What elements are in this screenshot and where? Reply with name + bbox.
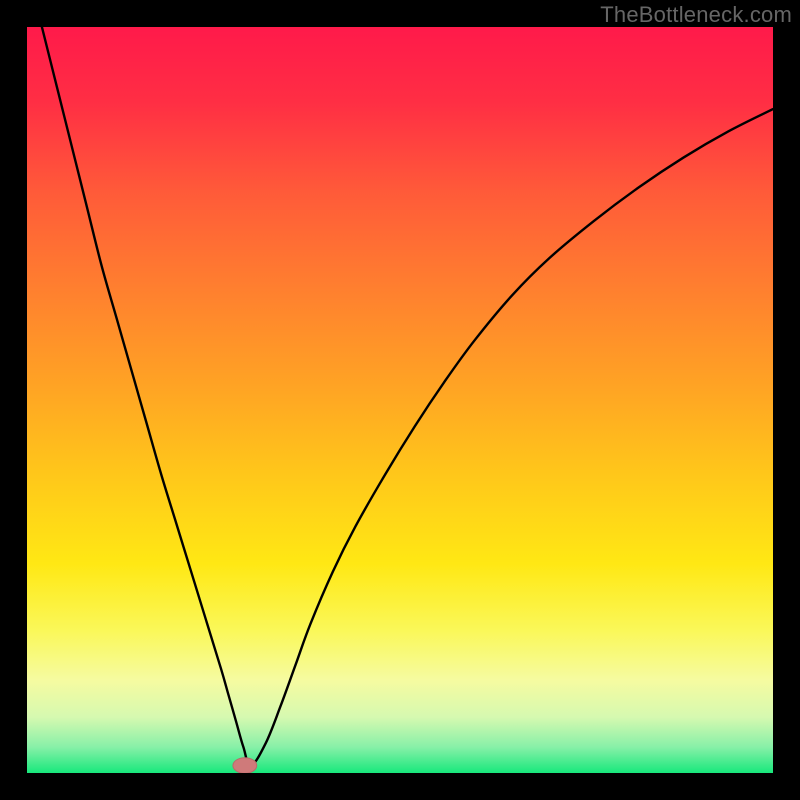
- minimum-marker: [233, 758, 257, 773]
- watermark-text: TheBottleneck.com: [600, 2, 792, 28]
- chart-frame: TheBottleneck.com: [0, 0, 800, 800]
- chart-svg: [27, 27, 773, 773]
- plot-area: [27, 27, 773, 773]
